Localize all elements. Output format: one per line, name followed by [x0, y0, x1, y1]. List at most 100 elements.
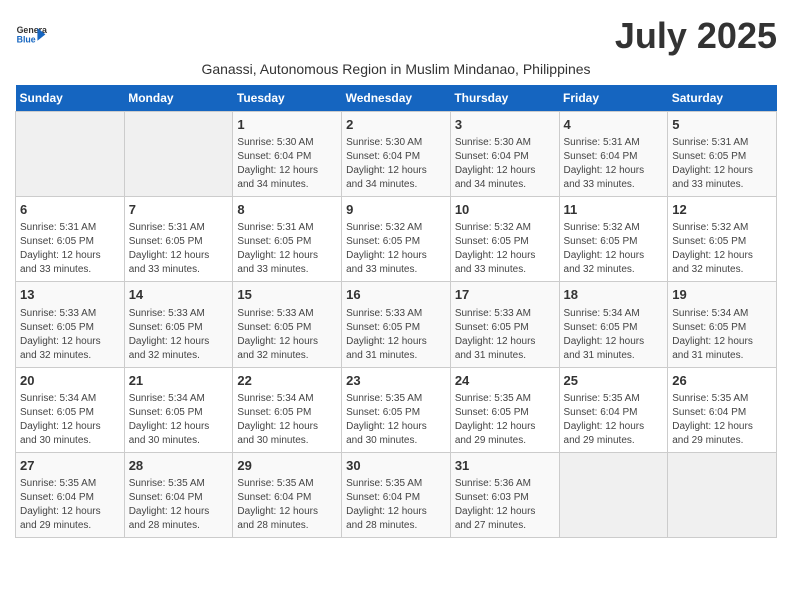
- day-info: Daylight: 12 hours and 29 minutes.: [20, 505, 120, 533]
- day-info: Sunset: 6:05 PM: [237, 235, 337, 249]
- day-number: 23: [346, 372, 446, 390]
- day-info: Sunrise: 5:34 AM: [129, 392, 229, 406]
- day-info: Daylight: 12 hours and 33 minutes.: [564, 164, 664, 192]
- day-info: Sunrise: 5:33 AM: [237, 307, 337, 321]
- day-info: Sunset: 6:05 PM: [129, 235, 229, 249]
- calendar-cell: 13Sunrise: 5:33 AMSunset: 6:05 PMDayligh…: [16, 282, 125, 367]
- day-info: Sunset: 6:05 PM: [346, 235, 446, 249]
- day-number: 28: [129, 457, 229, 475]
- day-info: Sunset: 6:05 PM: [455, 235, 555, 249]
- page-subtitle: Ganassi, Autonomous Region in Muslim Min…: [15, 61, 777, 77]
- day-info: Daylight: 12 hours and 33 minutes.: [455, 249, 555, 277]
- day-info: Sunset: 6:05 PM: [237, 321, 337, 335]
- calendar-cell: 16Sunrise: 5:33 AMSunset: 6:05 PMDayligh…: [342, 282, 451, 367]
- calendar-cell: 8Sunrise: 5:31 AMSunset: 6:05 PMDaylight…: [233, 197, 342, 282]
- day-number: 13: [20, 286, 120, 304]
- day-number: 3: [455, 116, 555, 134]
- day-info: Sunset: 6:04 PM: [346, 491, 446, 505]
- day-info: Daylight: 12 hours and 34 minutes.: [455, 164, 555, 192]
- day-info: Sunrise: 5:30 AM: [455, 136, 555, 150]
- calendar-cell: 22Sunrise: 5:34 AMSunset: 6:05 PMDayligh…: [233, 367, 342, 452]
- day-number: 30: [346, 457, 446, 475]
- day-info: Sunset: 6:04 PM: [564, 150, 664, 164]
- calendar-header-row: SundayMondayTuesdayWednesdayThursdayFrid…: [16, 85, 777, 112]
- day-info: Sunrise: 5:35 AM: [346, 477, 446, 491]
- day-info: Sunrise: 5:31 AM: [237, 221, 337, 235]
- day-info: Daylight: 12 hours and 30 minutes.: [237, 420, 337, 448]
- calendar-cell: 21Sunrise: 5:34 AMSunset: 6:05 PMDayligh…: [124, 367, 233, 452]
- day-info: Daylight: 12 hours and 33 minutes.: [129, 249, 229, 277]
- day-info: Sunset: 6:04 PM: [672, 406, 772, 420]
- day-info: Daylight: 12 hours and 32 minutes.: [20, 335, 120, 363]
- day-info: Sunset: 6:05 PM: [20, 321, 120, 335]
- calendar-cell: 7Sunrise: 5:31 AMSunset: 6:05 PMDaylight…: [124, 197, 233, 282]
- day-info: Sunset: 6:05 PM: [346, 406, 446, 420]
- day-info: Sunset: 6:05 PM: [672, 235, 772, 249]
- calendar-cell: 31Sunrise: 5:36 AMSunset: 6:03 PMDayligh…: [450, 452, 559, 537]
- day-info: Sunrise: 5:35 AM: [455, 392, 555, 406]
- calendar-cell: 27Sunrise: 5:35 AMSunset: 6:04 PMDayligh…: [16, 452, 125, 537]
- day-info: Sunrise: 5:33 AM: [455, 307, 555, 321]
- day-number: 12: [672, 201, 772, 219]
- day-number: 9: [346, 201, 446, 219]
- day-number: 2: [346, 116, 446, 134]
- svg-text:Blue: Blue: [17, 34, 36, 44]
- day-info: Sunrise: 5:31 AM: [20, 221, 120, 235]
- calendar-cell: 14Sunrise: 5:33 AMSunset: 6:05 PMDayligh…: [124, 282, 233, 367]
- page-header: General Blue July 2025: [15, 15, 777, 57]
- calendar-week-2: 6Sunrise: 5:31 AMSunset: 6:05 PMDaylight…: [16, 197, 777, 282]
- day-number: 17: [455, 286, 555, 304]
- calendar-cell: 3 Sunrise: 5:30 AMSunset: 6:04 PMDaylight…: [450, 112, 559, 197]
- calendar-cell: 30Sunrise: 5:35 AMSunset: 6:04 PMDayligh…: [342, 452, 451, 537]
- calendar-header-wednesday: Wednesday: [342, 85, 451, 112]
- calendar-cell: 20Sunrise: 5:34 AMSunset: 6:05 PMDayligh…: [16, 367, 125, 452]
- day-info: Sunrise: 5:35 AM: [20, 477, 120, 491]
- calendar-cell: 23Sunrise: 5:35 AMSunset: 6:05 PMDayligh…: [342, 367, 451, 452]
- day-number: 16: [346, 286, 446, 304]
- day-info: Sunset: 6:05 PM: [237, 406, 337, 420]
- calendar-header-friday: Friday: [559, 85, 668, 112]
- day-info: Daylight: 12 hours and 32 minutes.: [564, 249, 664, 277]
- day-info: Daylight: 12 hours and 31 minutes.: [672, 335, 772, 363]
- calendar-cell: 15Sunrise: 5:33 AMSunset: 6:05 PMDayligh…: [233, 282, 342, 367]
- calendar-cell: 26Sunrise: 5:35 AMSunset: 6:04 PMDayligh…: [668, 367, 777, 452]
- day-info: Daylight: 12 hours and 28 minutes.: [237, 505, 337, 533]
- day-info: Sunrise: 5:34 AM: [672, 307, 772, 321]
- day-info: Daylight: 12 hours and 32 minutes.: [237, 335, 337, 363]
- page-title: July 2025: [615, 15, 777, 57]
- day-number: 29: [237, 457, 337, 475]
- day-number: 1: [237, 116, 337, 134]
- day-info: Daylight: 12 hours and 33 minutes.: [672, 164, 772, 192]
- day-info: Sunrise: 5:31 AM: [129, 221, 229, 235]
- day-info: Sunrise: 5:34 AM: [20, 392, 120, 406]
- calendar-cell: 28Sunrise: 5:35 AMSunset: 6:04 PMDayligh…: [124, 452, 233, 537]
- calendar-cell: 19Sunrise: 5:34 AMSunset: 6:05 PMDayligh…: [668, 282, 777, 367]
- day-number: 14: [129, 286, 229, 304]
- day-info: Sunset: 6:05 PM: [672, 321, 772, 335]
- day-info: Sunset: 6:04 PM: [346, 150, 446, 164]
- calendar-cell: 1Sunrise: 5:30 AMSunset: 6:04 PMDaylight…: [233, 112, 342, 197]
- day-info: Sunset: 6:05 PM: [455, 406, 555, 420]
- day-info: Sunset: 6:05 PM: [346, 321, 446, 335]
- day-info: Sunrise: 5:32 AM: [672, 221, 772, 235]
- calendar-cell: [124, 112, 233, 197]
- day-info: Sunrise: 5:30 AM: [237, 136, 337, 150]
- day-number: 25: [564, 372, 664, 390]
- day-info: Daylight: 12 hours and 33 minutes.: [20, 249, 120, 277]
- calendar-cell: [559, 452, 668, 537]
- day-number: 8: [237, 201, 337, 219]
- day-info: Sunset: 6:05 PM: [455, 321, 555, 335]
- day-info: Sunset: 6:04 PM: [455, 150, 555, 164]
- day-info: Sunset: 6:05 PM: [564, 235, 664, 249]
- day-info: Sunset: 6:05 PM: [129, 321, 229, 335]
- calendar-cell: 4Sunrise: 5:31 AMSunset: 6:04 PMDaylight…: [559, 112, 668, 197]
- day-info: Sunrise: 5:35 AM: [129, 477, 229, 491]
- calendar-cell: [16, 112, 125, 197]
- calendar-cell: 29Sunrise: 5:35 AMSunset: 6:04 PMDayligh…: [233, 452, 342, 537]
- day-info: Sunset: 6:05 PM: [20, 406, 120, 420]
- calendar-cell: 18Sunrise: 5:34 AMSunset: 6:05 PMDayligh…: [559, 282, 668, 367]
- day-info: Daylight: 12 hours and 30 minutes.: [20, 420, 120, 448]
- day-info: Sunrise: 5:31 AM: [672, 136, 772, 150]
- day-info: Sunrise: 5:36 AM: [455, 477, 555, 491]
- calendar-cell: 9Sunrise: 5:32 AMSunset: 6:05 PMDaylight…: [342, 197, 451, 282]
